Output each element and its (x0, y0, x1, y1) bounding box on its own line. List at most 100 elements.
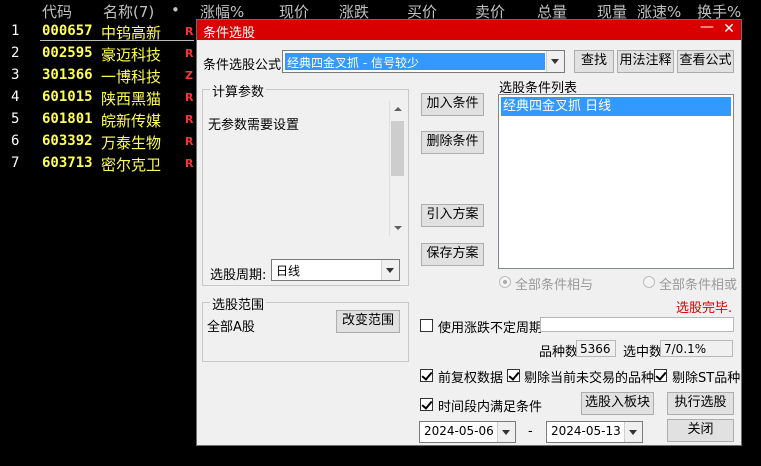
radio-and[interactable] (499, 276, 511, 288)
col-dot: • (171, 1, 180, 19)
col-code[interactable]: 代码 (42, 1, 72, 22)
find-button[interactable]: 查找 (574, 50, 614, 73)
radio-or[interactable] (643, 276, 655, 288)
stock-code: 301366 (42, 67, 93, 83)
chevron-down-icon[interactable] (381, 260, 399, 280)
execute-select-button[interactable]: 执行选股 (667, 392, 734, 415)
params-group: 计算参数 无参数需要设置 选股周期: 日线 (202, 81, 409, 286)
formula-value: 经典四金叉抓 - 信号较少 (287, 56, 419, 70)
count-label: 品种数 (539, 345, 579, 360)
table-row[interactable]: 7 603713 密尔克卫 R (0, 153, 200, 175)
table-row[interactable]: 6 603392 万泰生物 R (0, 131, 200, 153)
table-row[interactable]: 5 601801 皖新传媒 R (0, 109, 200, 131)
stock-name: 密尔克卫 (101, 156, 162, 174)
count-value: 5366 (576, 340, 616, 357)
col-name[interactable]: 名称(7) (103, 1, 154, 22)
row-index: 3 (11, 67, 20, 83)
chevron-down-icon[interactable] (497, 422, 515, 442)
stock-name: 豪迈科技 (101, 46, 162, 64)
condition-list[interactable]: 经典四金叉抓 日线 (498, 94, 734, 269)
scroll-down-icon[interactable] (394, 226, 402, 230)
exclude-untraded-label: 剔除当前未交易的品种 (524, 371, 655, 386)
period-select[interactable]: 日线 (271, 259, 400, 281)
params-group-title: 计算参数 (210, 81, 267, 100)
formula-select[interactable]: 经典四金叉抓 - 信号较少 (282, 50, 565, 73)
variable-period-checkbox[interactable] (420, 319, 433, 332)
params-scrollbar[interactable] (389, 101, 405, 236)
view-formula-button[interactable]: 查看公式 (677, 50, 734, 73)
range-group-title: 选股范围 (210, 294, 267, 313)
stock-name: 一博科技 (101, 68, 162, 86)
time-range-label: 时间段内满足条件 (438, 400, 543, 415)
exclude-st-label: 剔除ST品种 (672, 371, 741, 386)
time-range-checkbox[interactable] (420, 398, 433, 411)
range-group: 选股范围 全部A股 改变范围 (202, 294, 409, 362)
chevron-down-icon[interactable] (624, 422, 642, 442)
date-to-picker[interactable]: 2024-05-13 (546, 421, 643, 443)
row-index: 5 (11, 111, 20, 127)
close-icon[interactable]: ✕ (719, 21, 739, 37)
add-to-block-button[interactable]: 选股入板块 (581, 392, 654, 415)
condition-select-dialog: 条件选股 — ✕ 条件选股公式 经典四金叉抓 - 信号较少 查找 用法注释 查看… (196, 19, 742, 446)
row-selection-underline (40, 40, 194, 41)
close-button[interactable]: 关闭 (667, 419, 734, 442)
stock-code: 601801 (42, 111, 93, 127)
minimize-icon[interactable]: — (697, 19, 717, 35)
scroll-up-icon[interactable] (394, 107, 402, 111)
selected-value: 7/0.1% (660, 340, 733, 357)
change-range-button[interactable]: 改变范围 (336, 310, 400, 333)
exclude-untraded-checkbox[interactable] (507, 369, 520, 382)
radio-or-label: 全部条件相或 (659, 278, 738, 293)
date-separator: - (528, 424, 533, 439)
selected-label: 选中数 (623, 345, 663, 360)
table-row[interactable]: 4 601015 陕西黑猫 R (0, 87, 200, 109)
delete-condition-button[interactable]: 删除条件 (421, 131, 484, 154)
stock-flag: Z (185, 69, 193, 82)
scroll-thumb[interactable] (391, 121, 404, 176)
add-condition-button[interactable]: 加入条件 (421, 93, 484, 116)
forward-adjust-label: 前复权数据 (438, 371, 504, 386)
stock-code: 601015 (42, 89, 93, 105)
exclude-st-checkbox[interactable] (654, 369, 667, 382)
row-index: 2 (11, 45, 20, 61)
row-index: 7 (11, 155, 20, 171)
chevron-down-icon[interactable] (546, 51, 564, 72)
stock-flag: R (185, 25, 194, 38)
params-text: 无参数需要设置 (208, 118, 300, 133)
stock-name: 万泰生物 (101, 134, 162, 152)
forward-adjust-checkbox[interactable] (420, 369, 433, 382)
stock-code: 000657 (42, 23, 93, 39)
table-row[interactable]: 3 301366 一博科技 Z (0, 65, 200, 87)
save-plan-button[interactable]: 保存方案 (421, 243, 484, 266)
table-row[interactable]: 2 002595 豪迈科技 R (0, 43, 200, 65)
stock-code: 603392 (42, 133, 93, 149)
period-value: 日线 (276, 264, 301, 278)
import-plan-button[interactable]: 引入方案 (421, 204, 484, 227)
list-item[interactable]: 经典四金叉抓 日线 (501, 97, 731, 116)
stock-flag: R (185, 157, 194, 170)
formula-label: 条件选股公式 (203, 58, 282, 73)
stock-code: 603713 (42, 155, 93, 171)
variable-period-label: 使用涨跌不定周期 (438, 321, 543, 336)
range-value: 全部A股 (207, 320, 255, 335)
period-label: 选股周期: (210, 268, 267, 283)
radio-and-label: 全部条件相与 (515, 278, 594, 293)
stock-flag: R (185, 91, 194, 104)
date-from-value: 2024-05-06 (424, 424, 494, 438)
stock-code: 002595 (42, 45, 93, 61)
stock-flag: R (185, 135, 194, 148)
status-text: 选股完毕. (676, 301, 733, 316)
stock-name: 皖新传媒 (101, 112, 162, 130)
list-header: 代码 名称(7) • 涨幅% 现价 涨跌 买价 卖价 总量 现量 涨速% 换手% (0, 0, 761, 22)
date-from-picker[interactable]: 2024-05-06 (419, 421, 516, 443)
row-index: 1 (11, 23, 20, 39)
dialog-titlebar[interactable]: 条件选股 — ✕ (197, 19, 741, 41)
stock-flag: R (185, 113, 194, 126)
variable-period-input[interactable] (540, 317, 734, 332)
row-index: 6 (11, 133, 20, 149)
dialog-title: 条件选股 (203, 26, 256, 41)
stock-name: 陕西黑猫 (101, 90, 162, 108)
stock-flag: R (185, 47, 194, 60)
row-index: 4 (11, 89, 20, 105)
usage-notes-button[interactable]: 用法注释 (617, 50, 674, 73)
